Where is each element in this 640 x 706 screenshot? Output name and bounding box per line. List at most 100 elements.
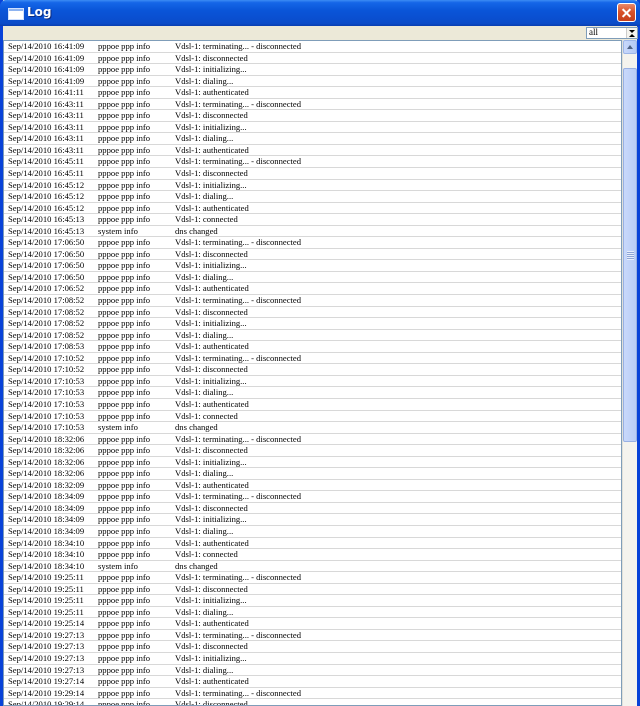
log-source: pppoe ppp info xyxy=(98,75,151,86)
log-date: Sep/14/2010 17:08:52 xyxy=(8,295,85,306)
log-row[interactable]: Sep/14/2010 17:06:52 pppoe ppp info Vdsl-1… xyxy=(4,283,621,296)
log-source: pppoe ppp info xyxy=(98,329,151,340)
log-row[interactable]: Sep/14/2010 19:29:14 pppoe ppp info Vdsl-1… xyxy=(4,688,621,700)
log-message: Vdsl-1: dialing... xyxy=(175,606,234,617)
log-message: Vdsl-1: authenticated xyxy=(175,202,249,213)
log-row[interactable]: Sep/14/2010 17:10:52 pppoe ppp info Vdsl-1… xyxy=(4,364,621,376)
log-source: pppoe ppp info xyxy=(98,110,151,121)
log-row[interactable]: Sep/14/2010 17:08:52 pppoe ppp info Vdsl-1… xyxy=(4,330,621,342)
log-row[interactable]: Sep/14/2010 17:10:53 pppoe ppp info Vdsl-1… xyxy=(4,387,621,399)
log-row[interactable]: Sep/14/2010 16:43:11 pppoe ppp info Vdsl-1… xyxy=(4,110,621,122)
log-row[interactable]: Sep/14/2010 19:29:14 pppoe ppp info Vdsl-1… xyxy=(4,699,621,705)
log-row[interactable]: Sep/14/2010 16:41:09 pppoe ppp info Vdsl-1… xyxy=(4,53,621,65)
log-row[interactable]: Sep/14/2010 18:32:09 pppoe ppp info Vdsl-1… xyxy=(4,480,621,492)
log-row[interactable]: Sep/14/2010 17:10:53 pppoe ppp info Vdsl-1… xyxy=(4,411,621,423)
log-date: Sep/14/2010 19:25:14 xyxy=(8,618,85,629)
log-row[interactable]: Sep/14/2010 16:41:09 pppoe ppp info Vdsl-1… xyxy=(4,41,621,53)
log-row[interactable]: Sep/14/2010 17:08:52 pppoe ppp info Vdsl-1… xyxy=(4,307,621,319)
log-row[interactable]: Sep/14/2010 17:08:53 pppoe ppp info Vdsl-1… xyxy=(4,341,621,353)
log-source: pppoe ppp info xyxy=(98,606,151,617)
log-source: system info xyxy=(98,225,138,236)
log-row[interactable]: Sep/14/2010 18:32:06 pppoe ppp info Vdsl-1… xyxy=(4,434,621,446)
log-row[interactable]: Sep/14/2010 16:43:11 pppoe ppp info Vdsl-1… xyxy=(4,122,621,134)
log-row[interactable]: Sep/14/2010 18:34:09 pppoe ppp info Vdsl-1… xyxy=(4,526,621,538)
log-row[interactable]: Sep/14/2010 18:34:09 pppoe ppp info Vdsl-1… xyxy=(4,503,621,515)
dropdown-arrow-icon[interactable] xyxy=(626,28,637,38)
log-row[interactable]: Sep/14/2010 16:45:12 pppoe ppp info Vdsl-1… xyxy=(4,180,621,192)
log-row[interactable]: Sep/14/2010 19:25:11 pppoe ppp info Vdsl-1… xyxy=(4,607,621,619)
log-source: pppoe ppp info xyxy=(98,641,151,652)
log-source: pppoe ppp info xyxy=(98,676,151,687)
log-message: Vdsl-1: initializing... xyxy=(175,514,247,525)
log-date: Sep/14/2010 16:41:09 xyxy=(8,41,85,51)
scroll-thumb[interactable] xyxy=(623,68,637,442)
log-date: Sep/14/2010 17:10:53 xyxy=(8,375,85,386)
log-source: pppoe ppp info xyxy=(98,191,151,202)
log-row[interactable]: Sep/14/2010 16:41:11 pppoe ppp info Vdsl-1… xyxy=(4,87,621,99)
log-row[interactable]: Sep/14/2010 18:34:10 pppoe ppp info Vdsl-1… xyxy=(4,538,621,550)
log-row[interactable]: Sep/14/2010 19:25:11 pppoe ppp info Vdsl-1… xyxy=(4,584,621,596)
log-row[interactable]: Sep/14/2010 17:08:52 pppoe ppp info Vdsl-1… xyxy=(4,295,621,307)
log-date: Sep/14/2010 17:08:53 xyxy=(8,341,85,352)
topic-filter-select[interactable]: all xyxy=(586,27,638,39)
log-list[interactable]: Sep/14/2010 16:41:09 pppoe ppp info Vdsl-1… xyxy=(3,40,622,706)
log-row[interactable]: Sep/14/2010 19:27:13 pppoe ppp info Vdsl-1… xyxy=(4,653,621,665)
log-row[interactable]: Sep/14/2010 17:10:53 pppoe ppp info Vdsl-1… xyxy=(4,376,621,388)
log-message: Vdsl-1: disconnected xyxy=(175,110,248,121)
log-source: pppoe ppp info xyxy=(98,629,151,640)
log-message: Vdsl-1: authenticated xyxy=(175,676,249,687)
log-row[interactable]: Sep/14/2010 16:45:12 pppoe ppp info Vdsl-1… xyxy=(4,191,621,203)
log-row[interactable]: Sep/14/2010 17:06:50 pppoe ppp info Vdsl-1… xyxy=(4,249,621,261)
log-date: Sep/14/2010 16:45:11 xyxy=(8,168,84,179)
log-row[interactable]: Sep/14/2010 17:10:52 pppoe ppp info Vdsl-1… xyxy=(4,353,621,365)
log-row[interactable]: Sep/14/2010 19:25:11 pppoe ppp info Vdsl-1… xyxy=(4,572,621,584)
log-date: Sep/14/2010 18:32:06 xyxy=(8,468,85,479)
log-row[interactable]: Sep/14/2010 16:45:12 pppoe ppp info Vdsl-1… xyxy=(4,203,621,215)
log-date: Sep/14/2010 19:27:13 xyxy=(8,652,85,663)
log-row[interactable]: Sep/14/2010 17:08:52 pppoe ppp info Vdsl-1… xyxy=(4,318,621,330)
log-row[interactable]: Sep/14/2010 16:43:11 pppoe ppp info Vdsl-1… xyxy=(4,133,621,145)
log-row[interactable]: Sep/14/2010 16:43:11 pppoe ppp info Vdsl-1… xyxy=(4,99,621,111)
log-date: Sep/14/2010 17:08:52 xyxy=(8,306,85,317)
log-row[interactable]: Sep/14/2010 18:34:10 system info dns chang… xyxy=(4,561,621,573)
log-row[interactable]: Sep/14/2010 18:34:09 pppoe ppp info Vdsl-1… xyxy=(4,491,621,503)
log-row[interactable]: Sep/14/2010 19:27:14 pppoe ppp info Vdsl-1… xyxy=(4,676,621,688)
log-source: pppoe ppp info xyxy=(98,375,151,386)
log-row[interactable]: Sep/14/2010 18:32:06 pppoe ppp info Vdsl-1… xyxy=(4,445,621,457)
log-row[interactable]: Sep/14/2010 16:45:11 pppoe ppp info Vdsl-1… xyxy=(4,156,621,169)
log-row[interactable]: Sep/14/2010 16:45:13 pppoe ppp info Vdsl-1… xyxy=(4,214,621,226)
log-source: pppoe ppp info xyxy=(98,595,151,606)
vertical-scrollbar[interactable] xyxy=(622,40,637,706)
log-source: pppoe ppp info xyxy=(98,121,151,132)
log-row[interactable]: Sep/14/2010 19:25:11 pppoe ppp info Vdsl-1… xyxy=(4,595,621,607)
log-source: pppoe ppp info xyxy=(98,52,151,63)
filter-value: all xyxy=(589,27,598,37)
log-row[interactable]: Sep/14/2010 16:45:11 pppoe ppp info Vdsl-1… xyxy=(4,168,621,180)
log-row[interactable]: Sep/14/2010 17:10:53 system info dns chang… xyxy=(4,422,621,434)
log-row[interactable]: Sep/14/2010 19:27:13 pppoe ppp info Vdsl-1… xyxy=(4,630,621,642)
log-message: Vdsl-1: authenticated xyxy=(175,341,249,352)
log-date: Sep/14/2010 17:06:50 xyxy=(8,248,85,259)
scroll-up-arrow-icon[interactable] xyxy=(623,40,637,54)
log-date: Sep/14/2010 18:34:09 xyxy=(8,514,85,525)
log-row[interactable]: Sep/14/2010 16:41:09 pppoe ppp info Vdsl-1… xyxy=(4,76,621,88)
log-row[interactable]: Sep/14/2010 17:06:50 pppoe ppp info Vdsl-1… xyxy=(4,237,621,249)
log-row[interactable]: Sep/14/2010 19:25:14 pppoe ppp info Vdsl-1… xyxy=(4,618,621,630)
log-row[interactable]: Sep/14/2010 16:43:11 pppoe ppp info Vdsl-1… xyxy=(4,145,621,157)
log-row[interactable]: Sep/14/2010 16:45:13 system info dns chang… xyxy=(4,226,621,238)
log-source: pppoe ppp info xyxy=(98,133,151,144)
title-bar[interactable]: Log xyxy=(0,0,640,26)
log-source: pppoe ppp info xyxy=(98,479,151,490)
log-row[interactable]: Sep/14/2010 18:34:09 pppoe ppp info Vdsl-1… xyxy=(4,514,621,526)
log-row[interactable]: Sep/14/2010 19:27:13 pppoe ppp info Vdsl-1… xyxy=(4,665,621,677)
log-row[interactable]: Sep/14/2010 18:32:06 pppoe ppp info Vdsl-1… xyxy=(4,457,621,469)
log-row[interactable]: Sep/14/2010 17:10:53 pppoe ppp info Vdsl-1… xyxy=(4,399,621,411)
close-button[interactable] xyxy=(617,3,636,22)
log-row[interactable]: Sep/14/2010 16:41:09 pppoe ppp info Vdsl-1… xyxy=(4,64,621,76)
log-row[interactable]: Sep/14/2010 17:06:50 pppoe ppp info Vdsl-1… xyxy=(4,260,621,272)
log-row[interactable]: Sep/14/2010 18:32:06 pppoe ppp info Vdsl-1… xyxy=(4,468,621,480)
log-row[interactable]: Sep/14/2010 19:27:13 pppoe ppp info Vdsl-1… xyxy=(4,641,621,653)
log-row[interactable]: Sep/14/2010 18:34:10 pppoe ppp info Vdsl-1… xyxy=(4,549,621,561)
log-date: Sep/14/2010 16:41:09 xyxy=(8,64,85,75)
log-row[interactable]: Sep/14/2010 17:06:50 pppoe ppp info Vdsl-1… xyxy=(4,272,621,284)
